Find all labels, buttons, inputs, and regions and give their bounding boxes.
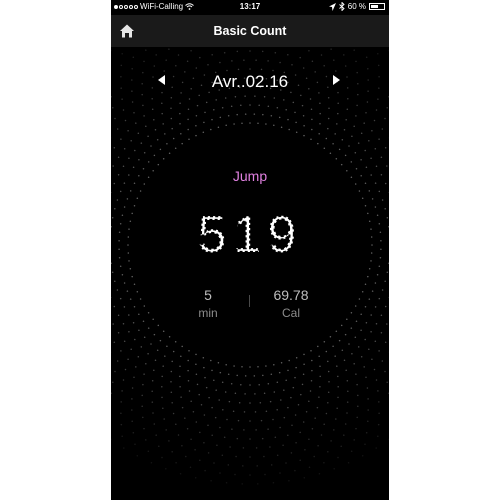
navigation-bar: Basic Count [111,15,389,47]
duration-stat: 5 min [186,287,230,320]
stat-divider [249,295,250,307]
jump-count-text: 519 [198,207,303,263]
triangle-right-icon[interactable] [333,75,340,85]
battery-percentage: 60 % [347,2,366,11]
duration-unit: min [198,306,218,320]
exercise-mode-label: Jump [232,168,268,184]
page-title: Basic Count [213,24,287,38]
status-right: 60 % [328,2,385,11]
calories-value: 69.78 [273,287,309,303]
status-bar: WiFi-Calling 13:17 60 % [111,0,389,14]
phone-screen: WiFi-Calling 13:17 60 % Basic Count Avr.… [111,0,389,500]
date-label: Avr..02.16 [211,72,289,91]
jump-count-display: 519 [197,207,303,263]
bluetooth-icon [338,2,345,11]
date-selector: Avr..02.16 [111,70,389,94]
duration-value: 5 [204,287,212,303]
calories-stat: 69.78 Cal [261,287,321,320]
location-arrow-icon [328,2,336,11]
calories-unit: Cal [281,306,300,320]
battery-icon [369,3,385,10]
